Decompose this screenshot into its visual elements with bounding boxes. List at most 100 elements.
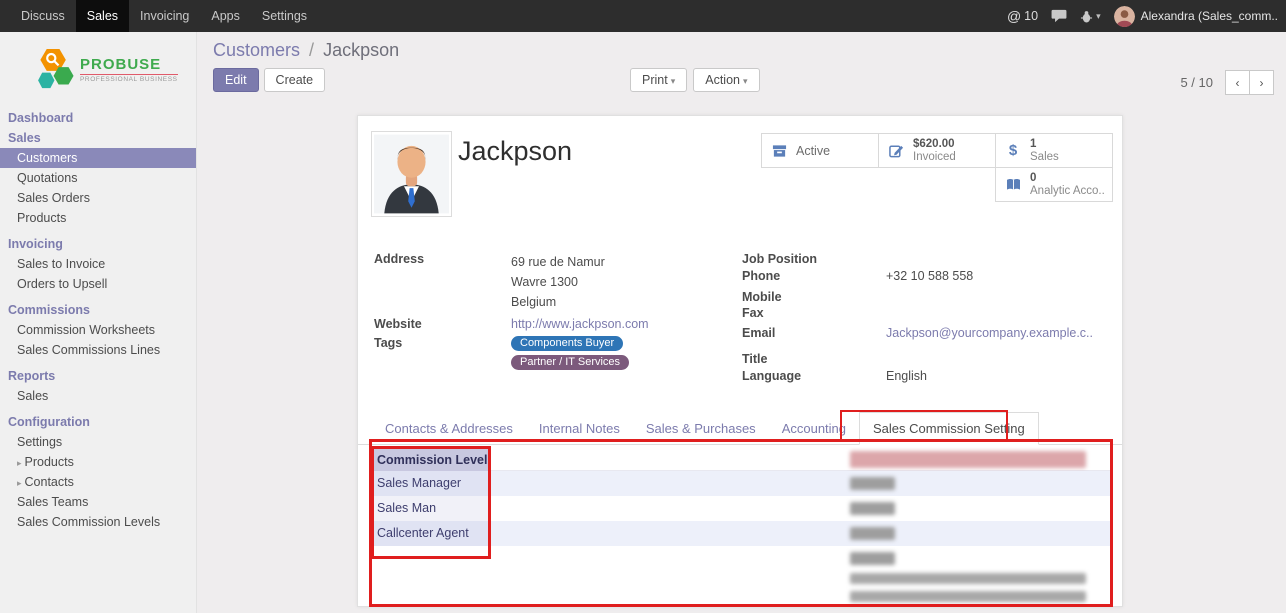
tab-internal-notes[interactable]: Internal Notes [526, 413, 633, 444]
caret-down-icon: ▾ [743, 76, 748, 86]
tags-label: Tags [374, 336, 511, 370]
bug-icon [1080, 10, 1093, 23]
website-link[interactable]: http://www.jackpson.com [511, 317, 649, 331]
sidebar-item-sales-to-invoice[interactable]: Sales to Invoice [0, 254, 196, 274]
sidebar-item-sales-orders[interactable]: Sales Orders [0, 188, 196, 208]
phone-value[interactable]: +32 10 588 558 [886, 269, 1107, 284]
edit-button[interactable]: Edit [213, 68, 259, 92]
breadcrumb: Customers / Jackpson [213, 40, 399, 61]
email-field: Email Jackpson@yourcompany.example.c.. [742, 326, 1107, 341]
address-line-3: Belgium [511, 292, 709, 312]
messages-button[interactable] [1051, 9, 1067, 23]
record-pager: 5 / 10 ‹ › [1180, 70, 1274, 95]
website-label: Website [374, 317, 511, 331]
main-content: Customers / Jackpson Edit Create Print▾ … [197, 32, 1286, 613]
active-stat-button[interactable]: Active [761, 133, 879, 168]
mention-count: 10 [1024, 9, 1038, 23]
redacted-footer-value [850, 591, 1086, 602]
sidebar-item-config-products[interactable]: ▸Products [0, 452, 196, 472]
tab-sales-purchases[interactable]: Sales & Purchases [633, 413, 769, 444]
sidebar-section-configuration[interactable]: Configuration [0, 412, 196, 432]
email-label: Email [742, 326, 886, 341]
address-value[interactable]: 69 rue de Namur Wavre 1300 Belgium [511, 252, 709, 312]
user-name: Alexandra (Sales_comm.. [1141, 9, 1278, 23]
tag-components-buyer[interactable]: Components Buyer [511, 336, 623, 351]
table-row-sales-manager[interactable]: Sales Manager [372, 471, 1112, 496]
probuse-logo: PROBUSE PROFESSIONAL BUSINESS [34, 46, 190, 92]
menu-sales[interactable]: Sales [76, 0, 129, 32]
redacted-value [850, 477, 895, 490]
sidebar-item-commission-worksheets[interactable]: Commission Worksheets [0, 320, 196, 340]
redacted-value [850, 502, 895, 515]
debug-menu-button[interactable]: ▾ [1080, 10, 1101, 23]
more-actions: Print▾ Action▾ [630, 68, 760, 92]
sidebar-item-dashboard[interactable]: Dashboard [0, 108, 196, 128]
mobile-value[interactable] [886, 290, 1107, 305]
dollar-icon: $ [1004, 142, 1022, 159]
create-button[interactable]: Create [264, 68, 326, 92]
job-position-value[interactable] [886, 252, 1107, 267]
sidebar-item-quotations[interactable]: Quotations [0, 168, 196, 188]
pencil-icon [887, 143, 905, 158]
sales-stat-button[interactable]: $ 1 Sales [995, 133, 1113, 168]
table-row-empty[interactable] [372, 546, 1112, 571]
sidebar-section-commissions[interactable]: Commissions [0, 300, 196, 320]
sidebar-item-reports-sales[interactable]: Sales [0, 386, 196, 406]
sidebar-item-sales-teams[interactable]: Sales Teams [0, 492, 196, 512]
invoiced-stat-button[interactable]: $620.00 Invoiced [878, 133, 996, 168]
odoo-app-window: Discuss Sales Invoicing Apps Settings @ … [0, 0, 1286, 613]
phone-label: Phone [742, 269, 886, 284]
sidebar-section-reports[interactable]: Reports [0, 366, 196, 386]
table-row-callcenter-agent[interactable]: Callcenter Agent [372, 521, 1112, 546]
notebook-tabs: Contacts & Addresses Internal Notes Sale… [358, 412, 1122, 445]
title-value[interactable] [886, 352, 1107, 367]
pager-value: 5 / 10 [1180, 75, 1213, 90]
sidebar-section-sales[interactable]: Sales [0, 128, 196, 148]
title-field: Title [742, 352, 1107, 367]
record-title: Jackpson [458, 136, 572, 167]
book-icon [1004, 178, 1022, 191]
tab-accounting[interactable]: Accounting [769, 413, 859, 444]
chevron-right-icon: ▸ [17, 478, 22, 488]
print-button[interactable]: Print▾ [630, 68, 687, 92]
tab-contacts-addresses[interactable]: Contacts & Addresses [372, 413, 526, 444]
sidebar-item-sales-commission-levels[interactable]: Sales Commission Levels [0, 512, 196, 532]
menu-settings[interactable]: Settings [251, 0, 318, 32]
user-menu[interactable]: Alexandra (Sales_comm.. [1114, 6, 1278, 27]
email-value[interactable]: Jackpson@yourcompany.example.c.. [886, 326, 1107, 341]
breadcrumb-customers-link[interactable]: Customers [213, 40, 300, 60]
mobile-label: Mobile [742, 290, 886, 305]
fax-value[interactable] [886, 306, 1107, 321]
user-avatar [1114, 6, 1135, 27]
pager-next-button[interactable]: › [1249, 70, 1274, 95]
menu-invoicing[interactable]: Invoicing [129, 0, 200, 32]
menu-discuss[interactable]: Discuss [10, 0, 76, 32]
action-button[interactable]: Action▾ [693, 68, 759, 92]
tab-sales-commission-setting[interactable]: Sales Commission Setting [859, 412, 1039, 445]
analytic-accounts-stat-button[interactable]: 0 Analytic Acco... [995, 167, 1113, 202]
language-field: Language English [742, 369, 1107, 384]
chevron-right-icon: ▸ [17, 458, 22, 468]
sidebar-item-config-settings[interactable]: Settings [0, 432, 196, 452]
sidebar-item-sales-commissions-lines[interactable]: Sales Commissions Lines [0, 340, 196, 360]
redacted-footer-value [850, 573, 1086, 584]
tag-partner-it-services[interactable]: Partner / IT Services [511, 355, 629, 370]
menu-apps[interactable]: Apps [200, 0, 251, 32]
sidebar-item-orders-to-upsell[interactable]: Orders to Upsell [0, 274, 196, 294]
mentions-button[interactable]: @ 10 [1007, 8, 1038, 24]
sidebar-section-invoicing[interactable]: Invoicing [0, 234, 196, 254]
sidebar-item-config-contacts[interactable]: ▸Contacts [0, 472, 196, 492]
sidebar-item-products[interactable]: Products [0, 208, 196, 228]
table-footer-row [372, 571, 1112, 586]
table-row-sales-man[interactable]: Sales Man [372, 496, 1112, 521]
job-position-label: Job Position [742, 252, 886, 267]
language-value[interactable]: English [886, 369, 1107, 384]
commission-level-cell: Callcenter Agent [377, 526, 469, 540]
commission-level-cell: Sales Manager [377, 476, 461, 490]
record-actions: Edit Create [213, 68, 325, 92]
sidebar-item-customers[interactable]: Customers [0, 148, 196, 168]
customer-photo[interactable] [371, 131, 452, 217]
column-header-commission-level[interactable]: Commission Level [372, 449, 490, 471]
invoiced-amount: $620.00 [913, 138, 956, 151]
pager-previous-button[interactable]: ‹ [1225, 70, 1250, 95]
